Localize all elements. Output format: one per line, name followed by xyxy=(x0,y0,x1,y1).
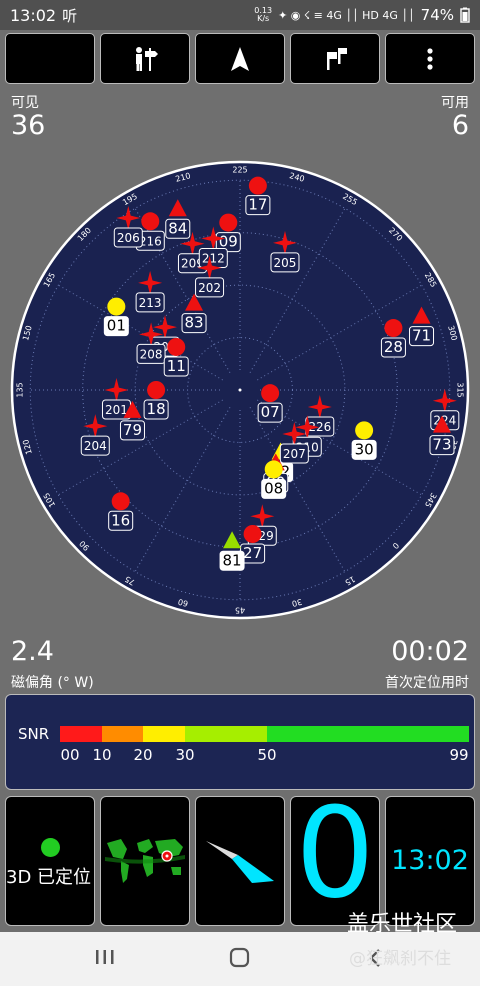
visible-label: 可见 xyxy=(11,95,39,111)
satellite-205-label: 205 xyxy=(274,256,297,270)
fix-status-tile[interactable]: 3D 已定位 xyxy=(5,796,95,926)
snr-tick-50: 50 xyxy=(257,746,277,764)
satellite-212-label: 212 xyxy=(202,252,225,266)
night-mode-button[interactable] xyxy=(5,33,95,84)
sky-plot: 2252402552702853003153303450153045607590… xyxy=(10,160,470,620)
satellite-01-marker xyxy=(107,297,126,316)
status-icons: ✦ ◉ ☇ ≡ 4G ││ HD 4G ││ xyxy=(278,8,415,22)
status-bar: 13:02 听 0.13 K/s ✦ ◉ ☇ ≡ 4G ││ HD 4G ││ … xyxy=(0,0,480,30)
navigate-button[interactable] xyxy=(195,33,285,84)
satellite-201-label: 201 xyxy=(105,403,128,417)
snr-legend: SNR 00 10 20 30 50 99 xyxy=(5,694,475,790)
satellite-206-label: 206 xyxy=(117,231,140,245)
snr-segment-3 xyxy=(185,726,267,742)
satellite-213-label: 213 xyxy=(139,296,162,310)
satellite-83-label: 83 xyxy=(184,314,203,332)
satellite-73-label: 73 xyxy=(432,436,451,454)
satellite-08-marker xyxy=(264,460,283,479)
satellite-27-marker xyxy=(243,524,262,543)
satellite-11-marker xyxy=(167,337,186,356)
status-time-suffix: 听 xyxy=(62,6,78,25)
satellite-18-marker xyxy=(147,381,166,399)
snr-tick-99: 99 xyxy=(449,746,469,764)
visible-count: 36 xyxy=(11,110,46,141)
compass-tile[interactable] xyxy=(195,796,285,926)
satellite-81-label: 81 xyxy=(223,551,242,569)
satellite-204-label: 204 xyxy=(84,439,107,453)
world-map-icon xyxy=(105,839,185,883)
sky-center xyxy=(238,388,242,392)
compass-needle-icon xyxy=(206,841,274,883)
watermark-title: 盖乐世社区 xyxy=(347,912,458,937)
snr-tick-20: 20 xyxy=(133,746,153,764)
arrow-icon xyxy=(231,46,249,71)
satellite-11-label: 11 xyxy=(167,357,186,375)
satellite-17-label: 17 xyxy=(248,196,267,214)
satellite-207-label: 207 xyxy=(283,447,306,461)
satellite-28-marker xyxy=(384,319,403,338)
watermark-user: @狂飙刹不住 xyxy=(349,949,451,969)
moon-icon xyxy=(43,47,54,70)
satellite-09-label: 09 xyxy=(219,233,238,251)
satellite-208-label: 208 xyxy=(140,347,163,361)
snr-segment-0 xyxy=(60,726,102,742)
satellite-01-label: 01 xyxy=(107,317,126,335)
satellite-202-label: 202 xyxy=(198,281,221,295)
recent-apps-icon[interactable] xyxy=(94,944,116,972)
home-icon[interactable] xyxy=(228,944,252,972)
satellite-18-label: 18 xyxy=(147,400,166,418)
declination-value: 2.4 xyxy=(11,636,54,667)
signpost-icon xyxy=(136,46,158,71)
snr-label: SNR xyxy=(18,725,50,743)
snr-segment-2 xyxy=(143,726,185,742)
status-time: 13:02 xyxy=(10,5,57,25)
flags-icon xyxy=(327,47,347,70)
satellite-30-label: 30 xyxy=(355,440,374,458)
satellite-216-marker xyxy=(141,212,160,231)
satellite-79-label: 79 xyxy=(123,421,142,439)
satellite-16-label: 16 xyxy=(111,511,130,529)
battery-icon xyxy=(460,7,470,23)
ttff-label: 首次定位用时 xyxy=(385,675,469,691)
snr-tick-00: 00 xyxy=(60,746,80,764)
satellite-30-marker xyxy=(355,421,374,440)
used-count: 6 xyxy=(451,110,469,141)
satellite-07-marker xyxy=(261,384,280,403)
satellite-07-label: 07 xyxy=(261,403,280,421)
heading-label: 135 xyxy=(16,382,25,397)
snr-tick-10: 10 xyxy=(92,746,112,764)
ttff-value: 00:02 xyxy=(391,636,469,667)
net-speed-unit: K/s xyxy=(257,14,270,23)
declination-label: 磁偏角 (° W) xyxy=(11,675,94,691)
satellite-17-marker xyxy=(248,176,267,195)
heading-label: 45 xyxy=(235,606,245,615)
satellite-09-marker xyxy=(219,213,238,232)
world-map-tile[interactable] xyxy=(100,796,190,926)
clock-text: 13:02 xyxy=(391,845,469,876)
net-speed: 0.13 K/s xyxy=(254,7,272,23)
snr-segment-1 xyxy=(102,726,143,742)
used-label: 可用 xyxy=(441,95,469,111)
status-right: 0.13 K/s ✦ ◉ ☇ ≡ 4G ││ HD 4G ││ 74% xyxy=(254,6,470,24)
fix-status-dot xyxy=(41,838,60,857)
snr-segment-4 xyxy=(267,726,469,742)
snr-tick-30: 30 xyxy=(175,746,195,764)
heading-label: 225 xyxy=(232,166,247,175)
heading-label: 315 xyxy=(456,382,465,397)
satellite-84-label: 84 xyxy=(168,219,187,237)
signpost-button[interactable] xyxy=(100,33,190,84)
flags-button[interactable] xyxy=(290,33,380,84)
satellite-08-label: 08 xyxy=(264,479,283,497)
battery-level: 74% xyxy=(420,6,454,24)
satellite-16-marker xyxy=(111,492,130,511)
toolbar xyxy=(5,33,475,84)
satellite-28-label: 28 xyxy=(384,338,403,356)
snr-scale-bar xyxy=(60,726,469,742)
fix-status-text: 3D 已定位 xyxy=(6,867,92,888)
satellite-71-label: 71 xyxy=(412,327,431,345)
more-vert-icon xyxy=(427,47,433,70)
satellite-27-label: 27 xyxy=(243,544,262,562)
menu-button[interactable] xyxy=(385,33,475,84)
